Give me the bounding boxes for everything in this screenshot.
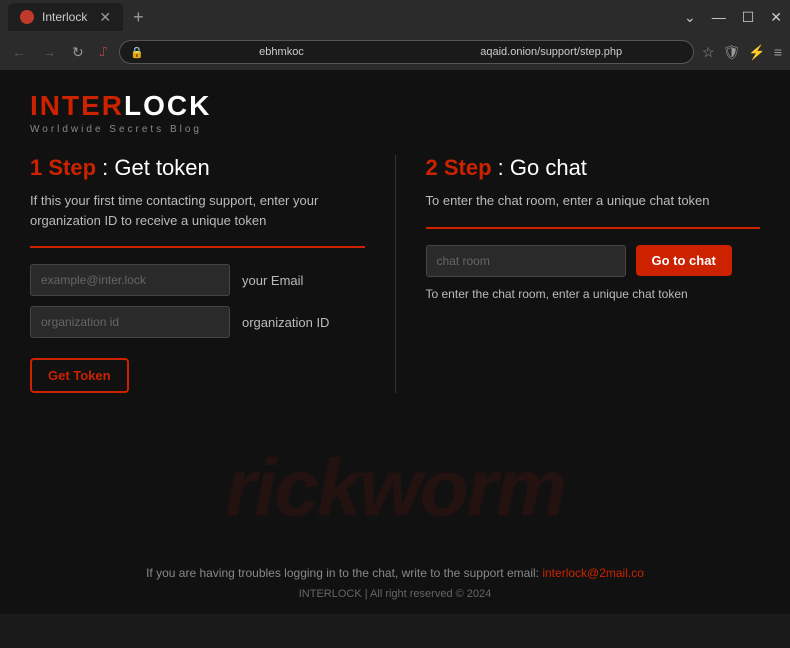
reload-button[interactable]: ↻ [68, 42, 88, 63]
chat-hint: To enter the chat room, enter a unique c… [426, 287, 761, 301]
step1-num: 1 Step [30, 155, 96, 180]
go-to-chat-button[interactable]: Go to chat [636, 245, 732, 276]
close-window-button[interactable]: ✕ [770, 9, 782, 26]
minimize-button[interactable]: — [712, 9, 726, 26]
maximize-button[interactable]: ☐ [742, 9, 755, 26]
ublock-icon[interactable]: ⑀ [96, 43, 111, 61]
tab-close-button[interactable]: ✕ [99, 9, 111, 26]
browser-tab[interactable]: Interlock ✕ [8, 3, 123, 31]
tab-favicon [20, 10, 34, 24]
address-bar[interactable]: 🔒 ebhmkoc aqaid.onion/support/step.php [119, 40, 694, 64]
step2-divider [426, 227, 761, 229]
step2-column: 2 Step : Go chat To enter the chat room,… [396, 155, 761, 393]
step1-title-rest: Get token [114, 155, 209, 180]
logo-subtitle: Worldwide Secrets Blog [30, 124, 760, 135]
support-text: If you are having troubles logging in to… [146, 566, 539, 580]
org-form-row: organization ID [30, 306, 365, 338]
step2-title: 2 Step : Go chat [426, 155, 761, 181]
org-label: organization ID [242, 315, 329, 330]
two-col-layout: 1 Step : Get token If this your first ti… [30, 155, 760, 393]
copyright: INTERLOCK | All right reserved © 2024 [20, 588, 770, 600]
step2-description: To enter the chat room, enter a unique c… [426, 191, 761, 211]
org-input[interactable] [30, 306, 230, 338]
extensions-icon[interactable]: ⚡ [748, 44, 765, 61]
title-bar: Interlock ✕ + ⌄ — ☐ ✕ [0, 0, 790, 34]
chat-form-row: Go to chat [426, 245, 761, 277]
nav-bar: ← → ↻ ⑀ 🔒 ebhmkoc aqaid.onion/support/st… [0, 34, 790, 70]
logo-lock: LOCK [124, 90, 211, 121]
step1-divider [30, 246, 365, 248]
forward-button[interactable]: → [38, 42, 60, 62]
shield-icon[interactable]: 🛡 [723, 44, 741, 61]
step2-num: 2 Step [426, 155, 492, 180]
email-input[interactable] [30, 264, 230, 296]
email-form-row: your Email [30, 264, 365, 296]
step1-title: 1 Step : Get token [30, 155, 365, 181]
step1-column: 1 Step : Get token If this your first ti… [30, 155, 396, 393]
step2-colon: : [492, 155, 510, 180]
menu-icon[interactable]: ≡ [774, 44, 782, 61]
browser-chrome: Interlock ✕ + ⌄ — ☐ ✕ ← → ↻ ⑀ 🔒 ebhmkoc … [0, 0, 790, 70]
footer: If you are having troubles logging in to… [0, 552, 790, 614]
address-url: aqaid.onion/support/step.php [419, 46, 683, 58]
watermark: rickworm [0, 442, 790, 534]
logo-inter: INTER [30, 90, 124, 121]
get-token-button[interactable]: Get Token [30, 358, 129, 393]
logo: INTERLOCK [30, 90, 760, 122]
tab-title: Interlock [42, 10, 87, 24]
email-label: your Email [242, 273, 303, 288]
address-left: ebhmkoc [150, 46, 414, 58]
step1-description: If this your first time contacting suppo… [30, 191, 365, 230]
window-controls: ⌄ — ☐ ✕ [684, 9, 782, 26]
lock-icon: 🔒 [130, 46, 144, 59]
chevron-down-icon[interactable]: ⌄ [684, 9, 696, 26]
page-content: rickworm INTERLOCK Worldwide Secrets Blo… [0, 70, 790, 614]
step2-title-rest: Go chat [510, 155, 587, 180]
new-tab-button[interactable]: + [127, 7, 150, 28]
nav-actions: ☆ 🛡 ⚡ ≡ [702, 44, 782, 61]
logo-area: INTERLOCK Worldwide Secrets Blog [30, 90, 760, 135]
chat-room-input[interactable] [426, 245, 626, 277]
support-email[interactable]: interlock@2mail.co [542, 566, 644, 580]
star-icon[interactable]: ☆ [702, 44, 715, 61]
back-button[interactable]: ← [8, 42, 30, 62]
main-content: INTERLOCK Worldwide Secrets Blog 1 Step … [0, 70, 790, 413]
step1-colon: : [96, 155, 114, 180]
support-line: If you are having troubles logging in to… [20, 566, 770, 580]
